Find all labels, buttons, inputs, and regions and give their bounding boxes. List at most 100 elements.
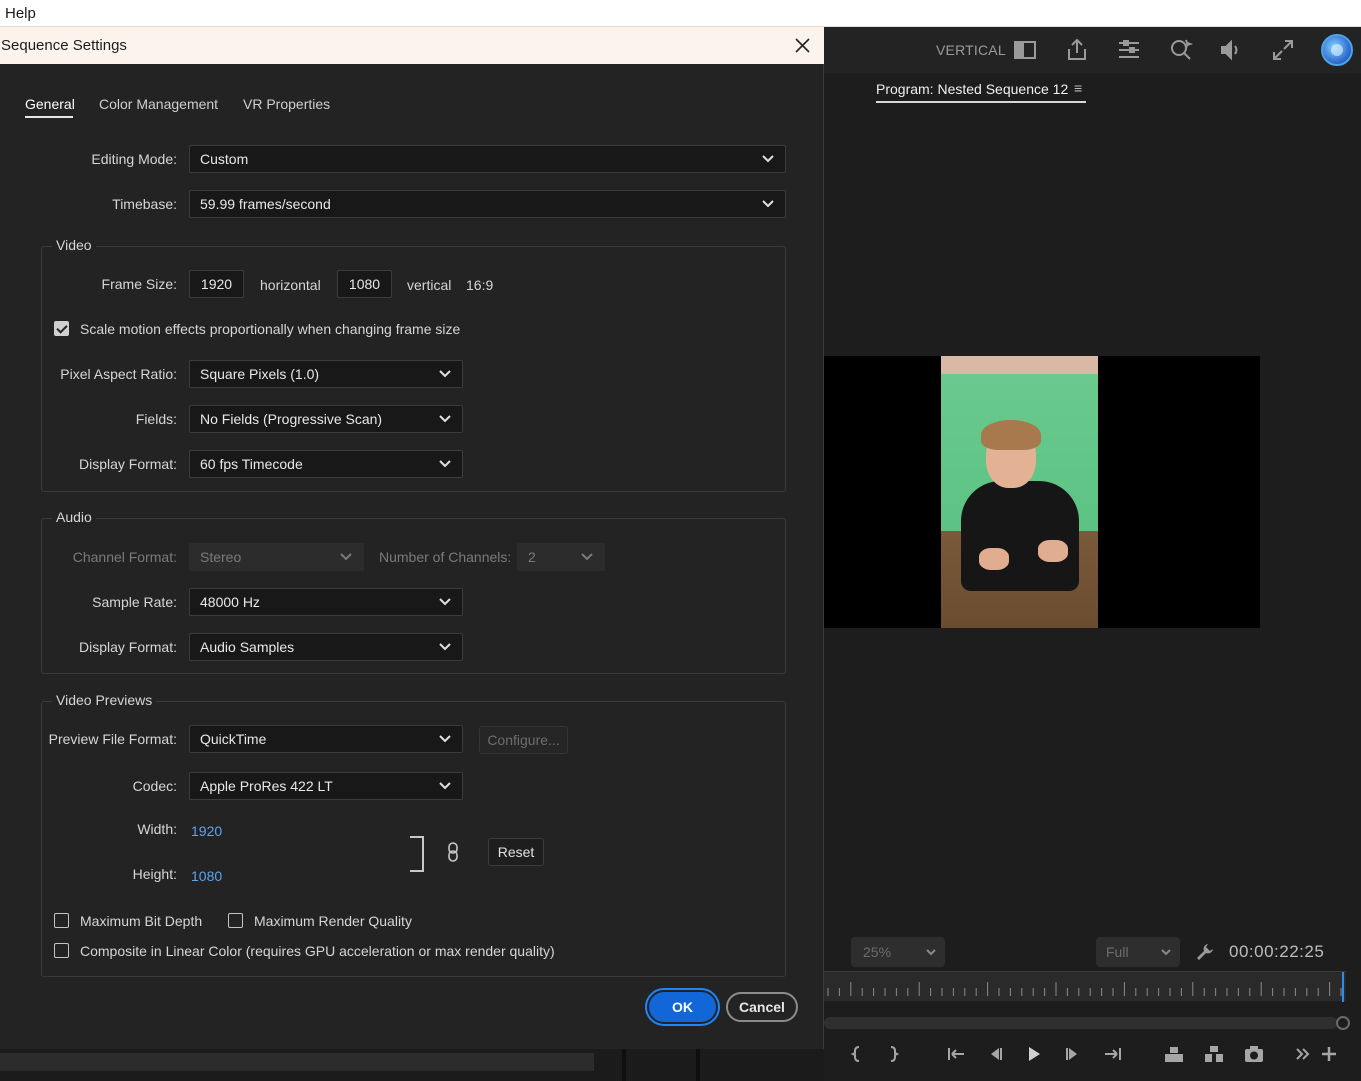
editing-mode-select[interactable]: Custom <box>189 145 786 173</box>
ruler-ticks <box>827 972 1344 1002</box>
go-to-in-icon[interactable] <box>945 1043 967 1065</box>
max-bit-depth-checkbox[interactable] <box>54 913 69 928</box>
cancel-button[interactable]: Cancel <box>726 992 798 1022</box>
channel-format-value: Stereo <box>200 549 242 565</box>
more-icon[interactable] <box>1292 1043 1314 1065</box>
person-body <box>961 481 1079 591</box>
fields-select[interactable]: No Fields (Progressive Scan) <box>189 405 463 433</box>
export-icon[interactable] <box>1064 37 1090 63</box>
zoom-select[interactable]: 25% <box>851 937 945 967</box>
chevron-down-icon <box>762 155 774 163</box>
link-icon[interactable] <box>446 841 460 863</box>
editing-mode-label: Editing Mode: <box>91 151 177 167</box>
workspace-label[interactable]: VERTICAL <box>936 42 1006 58</box>
preview-file-format-select[interactable]: QuickTime <box>189 725 463 753</box>
panel-menu-icon[interactable]: ≡ <box>1074 81 1086 95</box>
panel-divider <box>622 1049 626 1081</box>
search-sparkle-icon[interactable] <box>1168 37 1194 63</box>
header-toolbar: VERTICAL <box>824 27 1361 73</box>
video-group-title: Video <box>52 237 96 253</box>
max-render-quality-label[interactable]: Maximum Render Quality <box>254 913 412 929</box>
step-forward-icon[interactable] <box>1062 1043 1084 1065</box>
camera-icon[interactable] <box>1243 1043 1265 1065</box>
ok-button-label: OK <box>649 992 716 1022</box>
max-bit-depth-label[interactable]: Maximum Bit Depth <box>80 913 202 929</box>
wrench-icon[interactable] <box>1194 941 1216 963</box>
app-menubar: Help <box>0 0 1361 27</box>
audio-display-format-select[interactable]: Audio Samples <box>189 633 463 661</box>
timebase-label: Timebase: <box>112 196 177 212</box>
codec-value: Apple ProRes 422 LT <box>200 778 333 794</box>
timebase-select[interactable]: 59.99 frames/second <box>189 190 786 218</box>
panel-layout-icon[interactable] <box>1012 37 1038 63</box>
tab-vr-properties[interactable]: VR Properties <box>243 96 330 112</box>
sample-rate-select[interactable]: 48000 Hz <box>189 588 463 616</box>
dialog-titlebar[interactable]: Sequence Settings <box>0 27 824 64</box>
scale-motion-label[interactable]: Scale motion effects proportionally when… <box>80 321 460 337</box>
video-display-format-select[interactable]: 60 fps Timecode <box>189 450 463 478</box>
max-render-quality-checkbox[interactable] <box>228 913 243 928</box>
scale-motion-checkbox[interactable] <box>54 321 69 336</box>
program-tab-underline <box>876 101 1086 103</box>
play-icon[interactable] <box>1022 1043 1044 1065</box>
resolution-select[interactable]: Full <box>1096 937 1180 967</box>
frame-width-input[interactable]: 1920 <box>189 270 244 298</box>
tab-color-management[interactable]: Color Management <box>99 96 218 112</box>
preview-height-value[interactable]: 1080 <box>191 868 222 884</box>
video-frame <box>941 356 1098 628</box>
fields-value: No Fields (Progressive Scan) <box>200 411 383 427</box>
lift-icon[interactable] <box>1163 1043 1185 1065</box>
preview-height-label: Height: <box>132 866 177 882</box>
mark-out-icon[interactable] <box>882 1043 904 1065</box>
preview-width-value[interactable]: 1920 <box>191 823 222 839</box>
extract-icon[interactable] <box>1203 1043 1225 1065</box>
codec-label: Codec: <box>132 778 177 794</box>
close-icon[interactable] <box>794 37 811 54</box>
add-button-icon[interactable] <box>1318 1043 1340 1065</box>
playhead-timecode[interactable]: 00:00:22:25 <box>1229 942 1324 962</box>
channel-format-select: Stereo <box>189 543 364 571</box>
program-tab-label[interactable]: Program: Nested Sequence 12 <box>876 81 1068 97</box>
sample-rate-value: 48000 Hz <box>200 594 260 610</box>
program-viewer[interactable] <box>824 356 1260 628</box>
fields-label: Fields: <box>135 411 177 427</box>
timeline-scrollbar[interactable] <box>0 1053 594 1071</box>
frame-size-label: Frame Size: <box>101 276 177 292</box>
channel-format-label: Channel Format: <box>72 549 177 565</box>
pixel-aspect-ratio-select[interactable]: Square Pixels (1.0) <box>189 360 463 388</box>
number-of-channels-value: 2 <box>528 549 536 565</box>
user-avatar[interactable] <box>1321 34 1353 66</box>
volume-icon[interactable] <box>1218 37 1244 63</box>
mark-in-icon[interactable] <box>846 1043 868 1065</box>
timebase-value: 59.99 frames/second <box>200 196 331 212</box>
linear-color-checkbox[interactable] <box>54 943 69 958</box>
chevron-down-icon <box>439 782 451 790</box>
number-of-channels-select: 2 <box>517 543 605 571</box>
step-back-icon[interactable] <box>984 1043 1006 1065</box>
codec-select[interactable]: Apple ProRes 422 LT <box>189 772 463 800</box>
ok-button[interactable]: OK <box>645 988 720 1026</box>
zoom-scrollbar[interactable] <box>824 1017 1338 1029</box>
reset-button[interactable]: Reset <box>488 838 544 866</box>
number-of-channels-label: Number of Channels: <box>379 549 512 565</box>
preview-file-format-value: QuickTime <box>200 731 267 747</box>
go-to-out-icon[interactable] <box>1102 1043 1124 1065</box>
vertical-label: vertical <box>407 277 452 293</box>
frame-height-input[interactable]: 1080 <box>337 270 392 298</box>
linear-color-label[interactable]: Composite in Linear Color (requires GPU … <box>80 943 555 959</box>
audio-display-format-value: Audio Samples <box>200 639 295 655</box>
preview-width-label: Width: <box>137 821 177 837</box>
chevron-down-icon <box>581 553 593 561</box>
zoom-value: 25% <box>863 944 892 960</box>
video-previews-title: Video Previews <box>52 692 157 708</box>
tab-general[interactable]: General <box>25 96 75 112</box>
person-hair <box>981 420 1041 450</box>
chevron-down-icon <box>439 643 451 651</box>
fullscreen-icon[interactable] <box>1270 37 1296 63</box>
settings-menu-icon[interactable] <box>1116 37 1142 63</box>
sequence-settings-dialog: Sequence Settings General Color Manageme… <box>0 27 824 1049</box>
program-monitor-area: VERTICAL Program: Nested Sequence 12 ≡ 2… <box>824 27 1361 1081</box>
scrollbar-handle[interactable] <box>1336 1016 1350 1030</box>
time-ruler[interactable] <box>824 971 1346 1002</box>
menu-help[interactable]: Help <box>5 5 36 22</box>
